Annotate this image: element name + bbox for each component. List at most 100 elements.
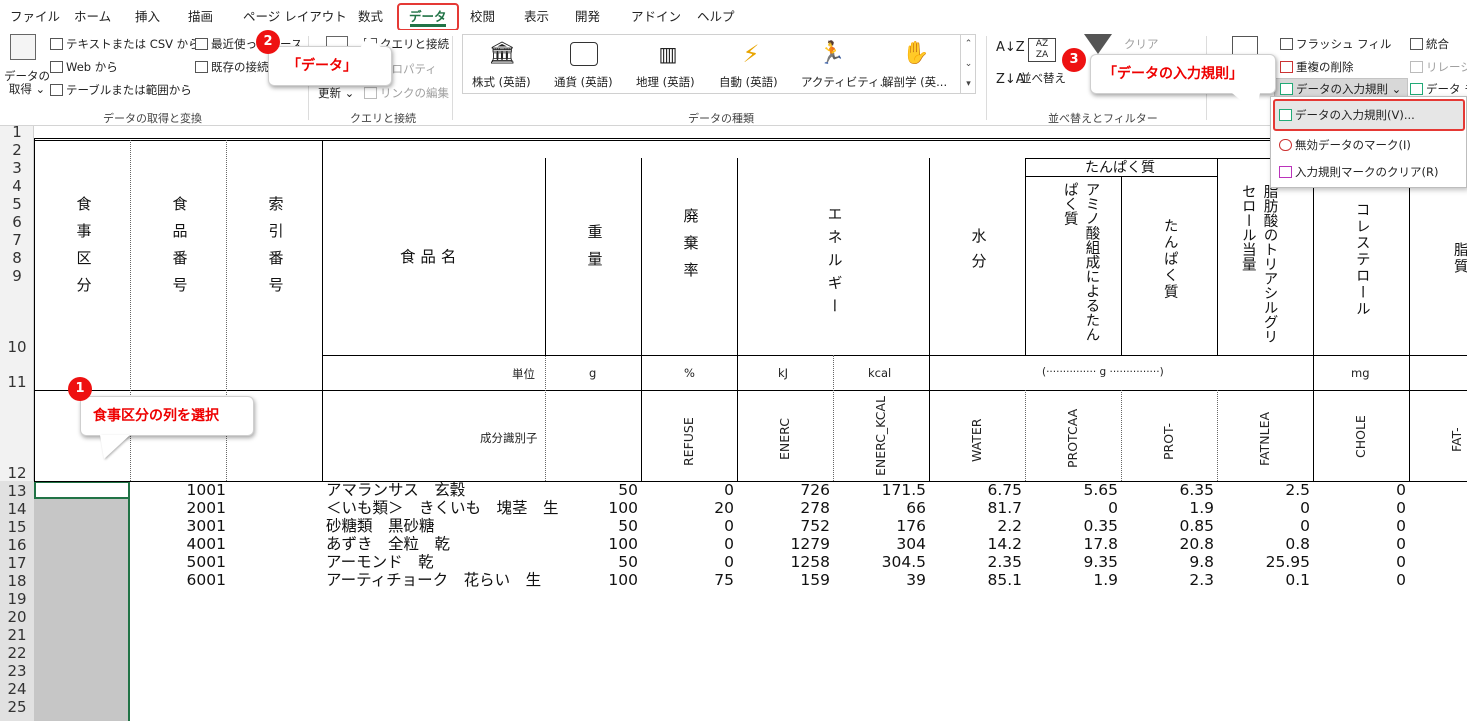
table-cell-water[interactable]: 2.35 bbox=[930, 553, 1022, 571]
tab-help[interactable]: ヘルプ bbox=[697, 6, 735, 25]
table-cell-fatnlea[interactable]: 25.95 bbox=[1218, 553, 1310, 571]
table-cell-protcaa[interactable]: 0 bbox=[1026, 499, 1118, 517]
row-number[interactable]: 19 bbox=[0, 590, 34, 608]
data-validation-button[interactable]: データの入力規則 ⌄ bbox=[1280, 81, 1401, 97]
row-number[interactable]: 11 bbox=[0, 373, 34, 391]
row-number[interactable]: 18 bbox=[0, 572, 34, 590]
sort-button[interactable]: 並べ替え bbox=[1020, 70, 1066, 86]
table-cell-kcal[interactable]: 171.5 bbox=[834, 481, 926, 499]
refresh-button[interactable]: 更新 ⌄ bbox=[318, 85, 354, 101]
row-number[interactable]: 14 bbox=[0, 500, 34, 518]
row-number[interactable]: 13 bbox=[0, 482, 34, 500]
tab-developer[interactable]: 開発 bbox=[575, 6, 600, 25]
menu-item-circle-invalid[interactable]: 無効データのマーク(I) bbox=[1279, 137, 1411, 153]
table-cell-kj[interactable]: 1279 bbox=[738, 535, 830, 553]
row-number[interactable]: 9 bbox=[0, 267, 34, 285]
row-number[interactable]: 21 bbox=[0, 626, 34, 644]
table-cell-no[interactable]: 5001 bbox=[134, 553, 226, 571]
table-cell-prot[interactable]: 6.35 bbox=[1122, 481, 1214, 499]
row-number[interactable]: 8 bbox=[0, 249, 34, 267]
menu-item-data-validation[interactable]: データの入力規則(V)... bbox=[1279, 107, 1415, 123]
table-cell-kcal[interactable]: 304.5 bbox=[834, 553, 926, 571]
existing-connections-button[interactable]: 既存の接続 bbox=[195, 59, 269, 75]
table-cell-weight[interactable]: 50 bbox=[546, 553, 638, 571]
relationships-button[interactable]: リレーション bbox=[1410, 59, 1467, 75]
table-cell-fatnlea[interactable]: 2.5 bbox=[1218, 481, 1310, 499]
row-number[interactable]: 17 bbox=[0, 554, 34, 572]
clear-button[interactable]: クリア bbox=[1124, 36, 1159, 52]
flash-fill-button[interactable]: フラッシュ フィル bbox=[1280, 36, 1391, 52]
table-cell-no[interactable]: 3001 bbox=[134, 517, 226, 535]
table-cell-fatnlea[interactable]: 0 bbox=[1218, 517, 1310, 535]
row-number[interactable]: 3 bbox=[0, 159, 34, 177]
get-data-button[interactable]: データの 取得 ⌄ bbox=[4, 70, 50, 96]
table-cell-chole[interactable]: 0 bbox=[1314, 535, 1406, 553]
table-cell-kcal[interactable]: 176 bbox=[834, 517, 926, 535]
table-cell-refuse[interactable]: 0 bbox=[642, 517, 734, 535]
table-cell-name[interactable]: アーモンド 乾 bbox=[326, 553, 434, 571]
type-currency[interactable]: 通貨 (英語) bbox=[554, 74, 613, 90]
data-model-button[interactable]: データ モ bbox=[1410, 81, 1467, 97]
table-cell-chole[interactable]: 0 bbox=[1314, 499, 1406, 517]
table-cell-kj[interactable]: 1258 bbox=[738, 553, 830, 571]
table-cell-name[interactable]: アマランサス 玄穀 bbox=[326, 481, 465, 499]
tab-addins[interactable]: アドイン bbox=[631, 6, 681, 25]
web-button[interactable]: Web から bbox=[50, 59, 118, 75]
table-cell-kcal[interactable]: 39 bbox=[834, 571, 926, 589]
row-number[interactable]: 1 bbox=[0, 123, 34, 141]
gallery-scroll[interactable]: ⌃ ⌄ ▾ bbox=[960, 34, 976, 94]
row-number[interactable]: 4 bbox=[0, 177, 34, 195]
menu-item-clear-circles[interactable]: 入力規則マークのクリア(R) bbox=[1279, 164, 1438, 180]
table-cell-chole[interactable]: 0 bbox=[1314, 517, 1406, 535]
table-cell-kcal[interactable]: 66 bbox=[834, 499, 926, 517]
consolidate-button[interactable]: 統合 bbox=[1410, 36, 1449, 52]
tab-page-layout[interactable]: ページ レイアウト bbox=[243, 6, 347, 25]
table-cell-prot[interactable]: 2.3 bbox=[1122, 571, 1214, 589]
table-cell-protcaa[interactable]: 5.65 bbox=[1026, 481, 1118, 499]
table-cell-name[interactable]: アーティチョーク 花らい 生 bbox=[326, 571, 541, 589]
table-cell-water[interactable]: 2.2 bbox=[930, 517, 1022, 535]
table-cell-refuse[interactable]: 0 bbox=[642, 481, 734, 499]
selected-column-range[interactable] bbox=[34, 499, 130, 721]
table-cell-refuse[interactable]: 20 bbox=[642, 499, 734, 517]
tab-formulas[interactable]: 数式 bbox=[358, 6, 383, 25]
row-number[interactable]: 10 bbox=[0, 338, 34, 356]
sort-asc-button[interactable]: A↓Z bbox=[996, 40, 1025, 55]
table-cell-name[interactable]: 砂糖類 黒砂糖 bbox=[326, 517, 435, 535]
row-number[interactable]: 22 bbox=[0, 644, 34, 662]
tab-view[interactable]: 表示 bbox=[524, 6, 549, 25]
table-cell-weight[interactable]: 100 bbox=[546, 499, 638, 517]
table-range-button[interactable]: テーブルまたは範囲から bbox=[50, 82, 192, 98]
table-cell-prot[interactable]: 1.9 bbox=[1122, 499, 1214, 517]
tab-file[interactable]: ファイル bbox=[10, 6, 60, 25]
table-cell-chole[interactable]: 0 bbox=[1314, 571, 1406, 589]
type-activity[interactable]: アクティビティ... bbox=[801, 74, 891, 90]
table-cell-weight[interactable]: 50 bbox=[546, 517, 638, 535]
table-cell-protcaa[interactable]: 9.35 bbox=[1026, 553, 1118, 571]
table-cell-chole[interactable]: 0 bbox=[1314, 553, 1406, 571]
table-cell-weight[interactable]: 100 bbox=[546, 571, 638, 589]
table-cell-kj[interactable]: 159 bbox=[738, 571, 830, 589]
table-cell-prot[interactable]: 9.8 bbox=[1122, 553, 1214, 571]
row-number[interactable]: 6 bbox=[0, 213, 34, 231]
table-cell-prot[interactable]: 0.85 bbox=[1122, 517, 1214, 535]
table-cell-refuse[interactable]: 75 bbox=[642, 571, 734, 589]
text-csv-button[interactable]: テキストまたは CSV から bbox=[50, 36, 200, 52]
table-cell-fatnlea[interactable]: 0.8 bbox=[1218, 535, 1310, 553]
edit-links-button[interactable]: リンクの編集 bbox=[364, 85, 449, 101]
table-cell-name[interactable]: ＜いも類＞ きくいも 塊茎 生 bbox=[326, 499, 559, 517]
tab-review[interactable]: 校閲 bbox=[470, 6, 495, 25]
table-cell-weight[interactable]: 100 bbox=[546, 535, 638, 553]
table-cell-kcal[interactable]: 304 bbox=[834, 535, 926, 553]
table-cell-chole[interactable]: 0 bbox=[1314, 481, 1406, 499]
table-cell-refuse[interactable]: 0 bbox=[642, 535, 734, 553]
type-anatomy[interactable]: 解剖学 (英... bbox=[882, 74, 947, 90]
tab-insert[interactable]: 挿入 bbox=[135, 6, 160, 25]
table-cell-water[interactable]: 81.7 bbox=[930, 499, 1022, 517]
active-cell[interactable] bbox=[34, 481, 130, 499]
table-cell-kj[interactable]: 726 bbox=[738, 481, 830, 499]
table-cell-no[interactable]: 6001 bbox=[134, 571, 226, 589]
row-number[interactable]: 7 bbox=[0, 231, 34, 249]
table-cell-water[interactable]: 85.1 bbox=[930, 571, 1022, 589]
row-number[interactable]: 25 bbox=[0, 698, 34, 716]
